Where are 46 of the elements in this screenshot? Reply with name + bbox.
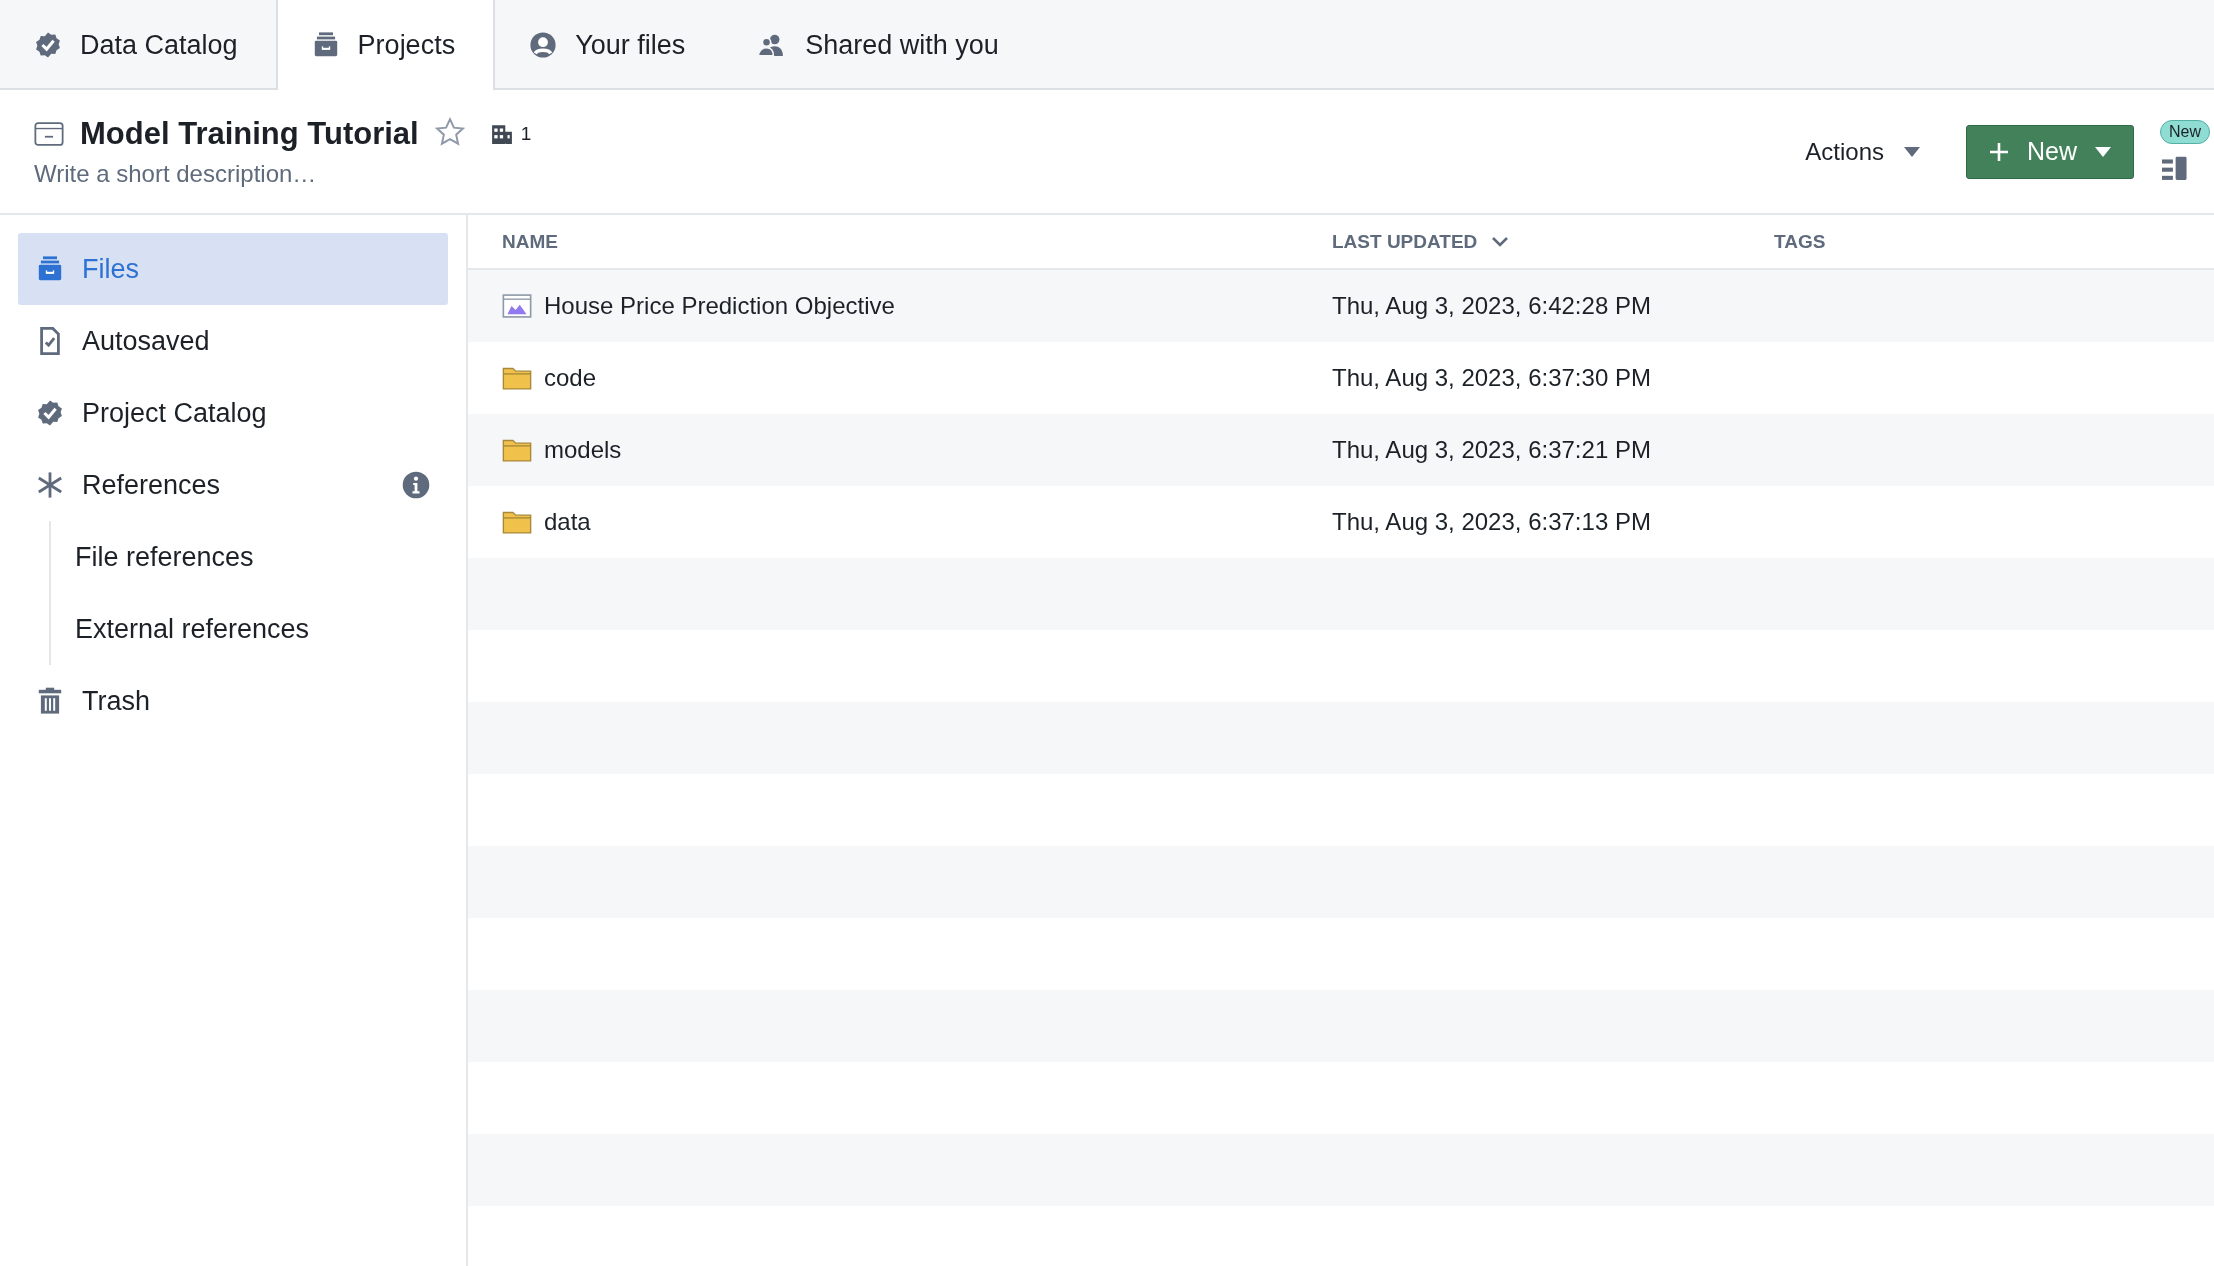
folder-icon: [502, 437, 532, 463]
star-icon[interactable]: [434, 116, 465, 147]
trash-icon: [36, 687, 64, 715]
sidebar-subitem[interactable]: File references: [51, 521, 448, 593]
sidebar-item[interactable]: References: [18, 449, 448, 521]
sidebar-item[interactable]: Files: [18, 233, 448, 305]
file-name[interactable]: models: [544, 436, 622, 464]
description-field[interactable]: Write a short description…: [34, 159, 434, 188]
file-name[interactable]: House Price Prediction Objective: [544, 292, 895, 320]
caret-icon: [2095, 146, 2111, 157]
plus-icon: [1989, 141, 2009, 162]
file-name[interactable]: code: [544, 364, 597, 392]
chevron-down-icon[interactable]: [1491, 235, 1510, 248]
inbox-tray-icon: [34, 120, 64, 147]
archive-box-icon: [36, 255, 64, 283]
column-header[interactable]: TAGS: [1774, 230, 1826, 253]
info-icon[interactable]: [402, 471, 430, 499]
asterisk-icon: [36, 471, 64, 499]
building-icon: [490, 122, 513, 145]
file-name[interactable]: data: [544, 508, 591, 536]
project-title: Model Training Tutorial: [80, 115, 419, 152]
actions-button[interactable]: Actions: [1799, 136, 1926, 167]
folder-icon: [502, 509, 532, 535]
sidebar-subitem[interactable]: External references: [51, 593, 448, 665]
caret-icon: [1904, 146, 1920, 157]
sidebar-item[interactable]: Autosaved: [18, 305, 448, 377]
chart-window-icon: [502, 293, 532, 319]
new-button[interactable]: New: [1966, 124, 2134, 179]
sidebar-item[interactable]: Trash: [18, 665, 448, 737]
column-header[interactable]: NAME: [502, 230, 558, 253]
verified-badge-icon: [36, 399, 64, 427]
nav-tab[interactable]: Your files: [495, 0, 724, 90]
new-badge: New: [2160, 119, 2210, 144]
table-cell-text: Thu, Aug 3, 2023, 6:37:13 PM: [1332, 508, 1652, 536]
nav-tab[interactable]: Data Catalog: [0, 0, 276, 90]
table-cell-text: Thu, Aug 3, 2023, 6:42:28 PM: [1332, 292, 1652, 320]
table-cell-text: Thu, Aug 3, 2023, 6:37:30 PM: [1332, 364, 1652, 392]
user-icon: [529, 31, 558, 59]
nav-tab[interactable]: Projects: [275, 0, 496, 90]
folder-icon: [502, 365, 532, 391]
nav-tab[interactable]: Shared with you: [723, 0, 1037, 90]
verified-badge-icon: [34, 31, 62, 59]
sidebar-item[interactable]: Project Catalog: [18, 377, 448, 449]
column-header[interactable]: LAST UPDATED: [1332, 230, 1478, 253]
member-count: 1: [520, 122, 532, 145]
table-cell-text: Thu, Aug 3, 2023, 6:37:21 PM: [1332, 436, 1652, 464]
